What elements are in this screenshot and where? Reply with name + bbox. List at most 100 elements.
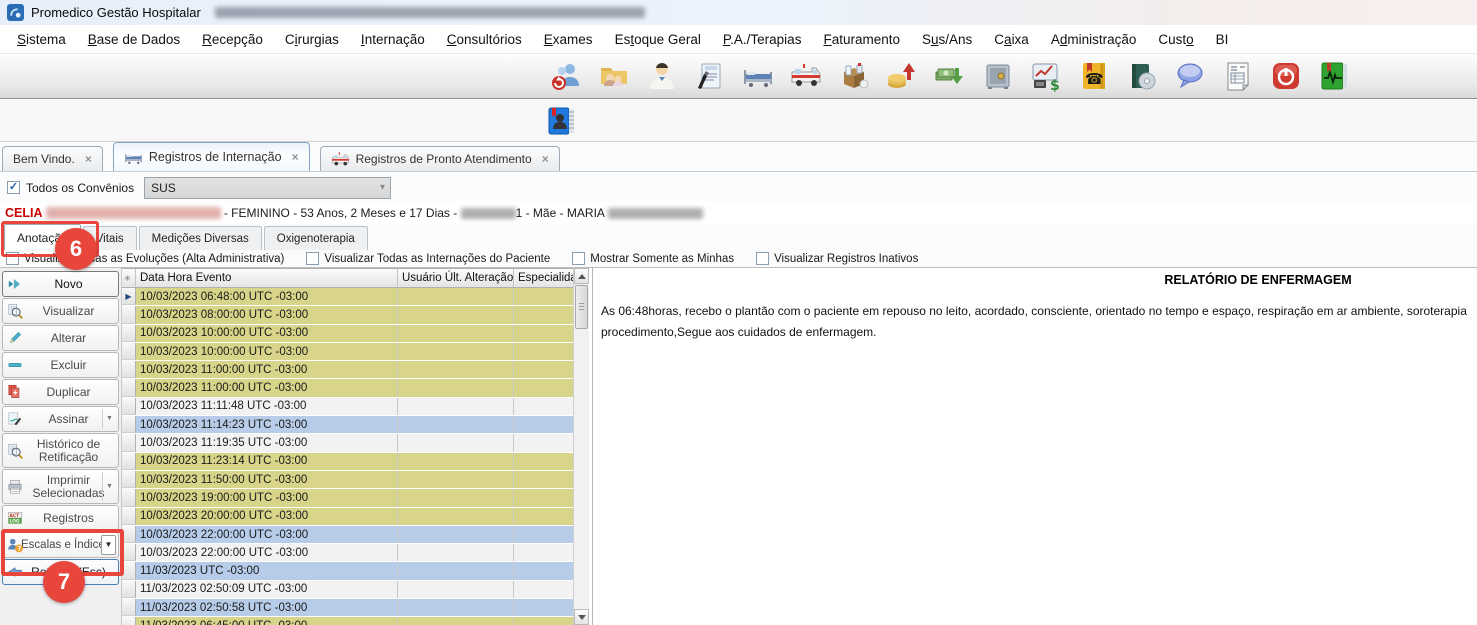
table-row[interactable]: 11/03/2023 02:50:58 UTC -03:00 (122, 599, 589, 617)
row-header-cell[interactable] (122, 379, 136, 396)
row-header-cell[interactable] (122, 434, 136, 451)
table-row[interactable]: 11/03/2023 UTC -03:00 (122, 562, 589, 580)
contacts-book-icon[interactable] (544, 104, 578, 138)
chevron-down-icon[interactable]: ▼ (102, 472, 116, 501)
menu-item-p-a-terapias[interactable]: P.A./Terapias (712, 27, 813, 52)
sidebar-button-excluir[interactable]: Excluir (2, 352, 119, 378)
tab-registros-de-interna-o[interactable]: Registros de Internação× (113, 142, 310, 171)
row-header-cell[interactable] (122, 306, 136, 323)
row-header-cell[interactable] (122, 617, 136, 625)
power-icon[interactable] (1269, 59, 1303, 93)
row-header-cell[interactable] (122, 508, 136, 525)
grid-corner-cell[interactable]: ✳ (122, 269, 136, 287)
row-header-cell[interactable] (122, 526, 136, 543)
money-down-icon[interactable] (933, 59, 967, 93)
tab-bem-vindo[interactable]: Bem Vindo.× (2, 146, 103, 171)
money-up-icon[interactable] (885, 59, 919, 93)
checkbox-visualizar-todas-as-interna-es-do-paciente[interactable] (306, 252, 319, 265)
menu-item-cirurgias[interactable]: Cirurgias (274, 27, 350, 52)
sidebar-button-registros[interactable]: ACTLOGRegistros (2, 505, 119, 531)
chevron-down-icon[interactable]: ▼ (102, 409, 116, 429)
menu-item-caixa[interactable]: Caixa (983, 27, 1040, 52)
table-row[interactable]: 10/03/2023 11:19:35 UTC -03:00 (122, 434, 589, 452)
row-header-cell[interactable] (122, 398, 136, 415)
book-cd-icon[interactable] (1125, 59, 1159, 93)
menu-item-consult-rios[interactable]: Consultórios (436, 27, 533, 52)
sidebar-button-escalas-e-ndices[interactable]: 7Escalas e Índices▼ (2, 532, 119, 558)
doctor-icon[interactable] (645, 59, 679, 93)
subtab-oxigenoterapia[interactable]: Oxigenoterapia (264, 226, 368, 250)
row-header-cell[interactable] (122, 489, 136, 506)
sidebar-button-duplicar[interactable]: Duplicar (2, 379, 119, 405)
table-row[interactable]: 10/03/2023 11:23:14 UTC -03:00 (122, 453, 589, 471)
sidebar-button-hist-rico-de-retifica-o[interactable]: Histórico de Retificação (2, 433, 119, 468)
menu-item-administra-o[interactable]: Administração (1040, 27, 1148, 52)
row-header-cell[interactable]: ▶ (122, 288, 136, 305)
sidebar-button-imprimir-selecionadas[interactable]: Imprimir Selecionadas▼ (2, 469, 119, 504)
checkbox-mostrar-somente-as-minhas[interactable] (572, 252, 585, 265)
table-row[interactable]: 10/03/2023 22:00:00 UTC -03:00 (122, 544, 589, 562)
table-row[interactable]: 10/03/2023 20:00:00 UTC -03:00 (122, 508, 589, 526)
table-row[interactable]: 10/03/2023 11:14:23 UTC -03:00 (122, 416, 589, 434)
row-header-cell[interactable] (122, 343, 136, 360)
menu-item-faturamento[interactable]: Faturamento (812, 27, 911, 52)
close-icon[interactable]: × (542, 152, 549, 166)
table-row[interactable]: 10/03/2023 08:00:00 UTC -03:00 (122, 306, 589, 324)
subtab-medi-es-diversas[interactable]: Medições Diversas (139, 226, 262, 250)
table-row[interactable]: 11/03/2023 02:50:09 UTC -03:00 (122, 581, 589, 599)
table-row[interactable]: ▶10/03/2023 06:48:00 UTC -03:00 (122, 288, 589, 306)
table-row[interactable]: 10/03/2023 11:50:00 UTC -03:00 (122, 471, 589, 489)
table-row[interactable]: 10/03/2023 19:00:00 UTC -03:00 (122, 489, 589, 507)
financial-monitor-icon[interactable]: $ (1029, 59, 1063, 93)
checkbox-visualizar-todas-as-evolu-es-alta-administrativa[interactable] (6, 252, 19, 265)
convenio-combobox[interactable]: SUS ▾ (144, 177, 391, 199)
row-header-cell[interactable] (122, 416, 136, 433)
sidebar-button-assinar[interactable]: Assinar▼ (2, 406, 119, 432)
row-header-cell[interactable] (122, 544, 136, 561)
column-header-especialidade[interactable]: Especialidade (514, 269, 574, 287)
sidebar-button-alterar[interactable]: Alterar (2, 325, 119, 351)
checkbox-visualizar-registros-inativos[interactable] (756, 252, 769, 265)
menu-item-interna-o[interactable]: Internação (350, 27, 436, 52)
menu-item-estoque-geral[interactable]: Estoque Geral (604, 27, 712, 52)
row-header-cell[interactable] (122, 599, 136, 616)
table-row[interactable]: 10/03/2023 11:11:48 UTC -03:00 (122, 398, 589, 416)
column-header-data-hora[interactable]: Data Hora Evento (136, 269, 398, 287)
sidebar-button-visualizar[interactable]: Visualizar (2, 298, 119, 324)
row-header-cell[interactable] (122, 453, 136, 470)
table-row[interactable]: 11/03/2023 06:45:00 UTC -03:00 (122, 617, 589, 625)
grid-scrollbar[interactable] (573, 268, 589, 625)
patient-folder-icon[interactable] (597, 59, 631, 93)
phonebook-icon[interactable]: ☎ (1077, 59, 1111, 93)
menu-item-bi[interactable]: BI (1205, 27, 1240, 52)
close-icon[interactable]: × (85, 152, 92, 166)
chevron-down-icon[interactable]: ▼ (101, 535, 116, 555)
scroll-up-button[interactable] (574, 268, 589, 284)
row-header-cell[interactable] (122, 581, 136, 598)
row-header-cell[interactable] (122, 361, 136, 378)
table-row[interactable]: 10/03/2023 11:00:00 UTC -03:00 (122, 379, 589, 397)
safe-icon[interactable] (981, 59, 1015, 93)
row-header-cell[interactable] (122, 471, 136, 488)
menu-item-recep-o[interactable]: Recepção (191, 27, 274, 52)
row-header-cell[interactable] (122, 325, 136, 342)
table-row[interactable]: 10/03/2023 22:00:00 UTC -03:00 (122, 526, 589, 544)
users-sync-icon[interactable] (549, 59, 583, 93)
menu-item-base-de-dados[interactable]: Base de Dados (77, 27, 191, 52)
menu-item-sus-ans[interactable]: Sus/Ans (911, 27, 983, 52)
menu-item-sistema[interactable]: Sistema (6, 27, 77, 52)
pharmacy-box-icon[interactable] (837, 59, 871, 93)
table-row[interactable]: 10/03/2023 10:00:00 UTC -03:00 (122, 325, 589, 343)
document-sign-icon[interactable] (693, 59, 727, 93)
invoice-icon[interactable] (1221, 59, 1255, 93)
tab-registros-de-pronto-atendimento[interactable]: Registros de Pronto Atendimento× (320, 146, 560, 171)
menu-item-custo[interactable]: Custo (1147, 27, 1204, 52)
sidebar-button-novo[interactable]: Novo (2, 271, 119, 297)
table-row[interactable]: 10/03/2023 10:00:00 UTC -03:00 (122, 343, 589, 361)
row-header-cell[interactable] (122, 562, 136, 579)
hospital-bed-icon[interactable] (741, 59, 775, 93)
column-header-usuario[interactable]: Usuário Últ. Alteração (398, 269, 514, 287)
close-icon[interactable]: × (292, 150, 299, 164)
ambulance-icon[interactable] (789, 59, 823, 93)
todos-convenios-checkbox[interactable]: ✓ (7, 181, 20, 194)
